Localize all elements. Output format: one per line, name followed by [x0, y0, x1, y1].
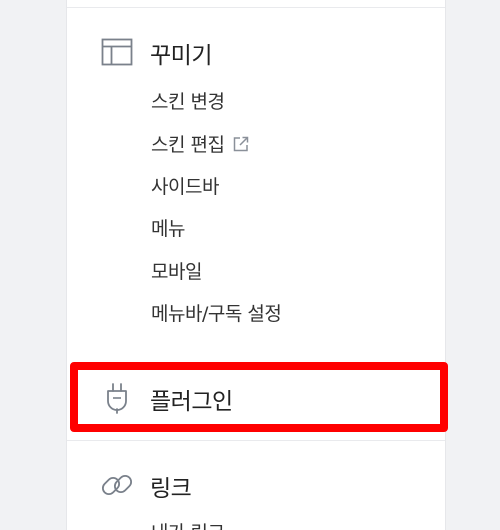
- section-link-title: 링크: [150, 476, 192, 502]
- layout-icon: [100, 35, 134, 69]
- menu-item-label: 메뉴: [151, 218, 185, 240]
- section-plugin-header[interactable]: 플러그인: [67, 378, 445, 418]
- settings-sidebar-panel: 꾸미기 스킨 변경 스킨 편집 사이드바 메뉴 모바일 메뉴바/구독 설정 플러…: [66, 0, 446, 530]
- top-divider: [67, 7, 445, 8]
- link-icon: [100, 468, 134, 502]
- section-decorate-header[interactable]: 꾸미기: [67, 32, 445, 72]
- section-link-header[interactable]: 링크: [67, 465, 445, 505]
- menu-item-label: 스킨 변경: [151, 91, 225, 113]
- menu-item-label: 메뉴바/구독 설정: [151, 303, 282, 325]
- menu-item-skin-edit[interactable]: 스킨 편집: [151, 130, 250, 157]
- menu-item-menu[interactable]: 메뉴: [151, 214, 185, 241]
- menu-item-my-link[interactable]: 내가 링크: [151, 518, 225, 530]
- plug-icon: [100, 381, 134, 415]
- section-plugin-title: 플러그인: [150, 389, 233, 415]
- external-link-icon: [232, 135, 250, 153]
- menu-item-label: 사이드바: [151, 176, 219, 198]
- plugin-divider: [67, 440, 445, 441]
- menu-item-skin-change[interactable]: 스킨 변경: [151, 87, 225, 114]
- menu-item-label: 스킨 편집: [151, 134, 225, 156]
- section-decorate-title: 꾸미기: [150, 43, 212, 69]
- menu-item-label: 모바일: [151, 261, 202, 283]
- menu-item-mobile[interactable]: 모바일: [151, 257, 202, 284]
- menu-item-label: 내가 링크: [151, 518, 225, 530]
- menu-item-menubar-subscribe-settings[interactable]: 메뉴바/구독 설정: [151, 299, 282, 326]
- menu-item-sidebar[interactable]: 사이드바: [151, 172, 219, 199]
